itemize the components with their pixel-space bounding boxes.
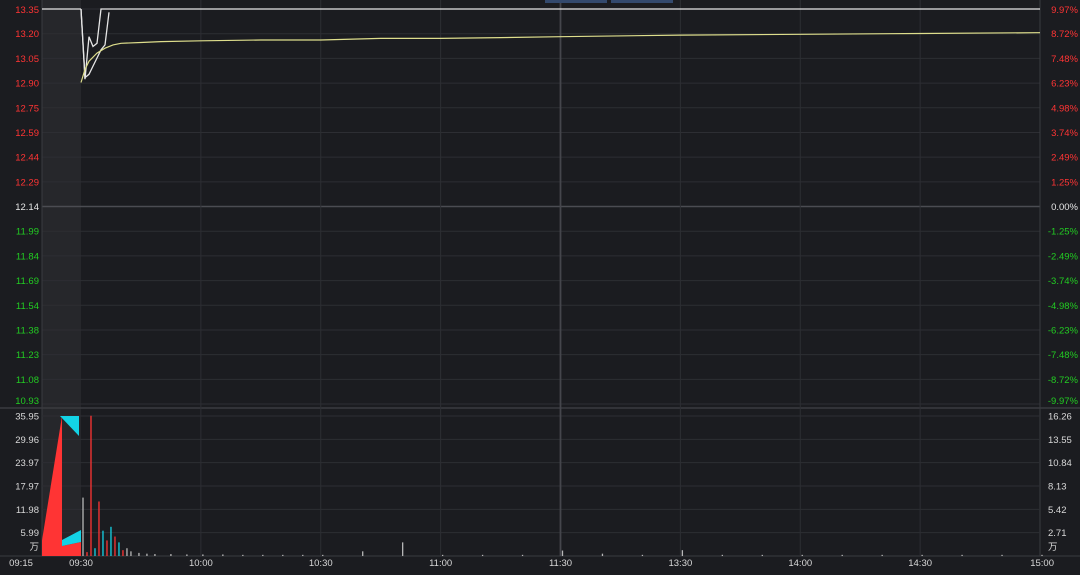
price-tick-label: 11.84	[16, 251, 39, 262]
price-tick-label: 11.54	[16, 301, 39, 312]
price-tick-label: 13.20	[15, 29, 39, 40]
time-tick-label: 13:30	[668, 558, 692, 569]
volume-right-tick-label: 5.42	[1048, 505, 1067, 516]
price-tick-label: 10.93	[15, 396, 39, 407]
price-tick-label: 12.90	[15, 79, 39, 90]
percent-tick-label: 8.72%	[1051, 29, 1078, 40]
volume-tick-label: 11.98	[16, 505, 39, 516]
percent-tick-label: -3.74%	[1048, 276, 1079, 287]
price-tick-label: 12.44	[15, 153, 39, 164]
time-tick-label: 14:30	[908, 558, 932, 569]
time-tick-label: 10:30	[309, 558, 333, 569]
percent-tick-label: -8.72%	[1048, 375, 1079, 386]
preopen-shade-price	[42, 0, 81, 410]
percent-tick-label: -6.23%	[1048, 325, 1079, 336]
time-sharing-chart-svg[interactable]: 13.35 13.20 13.05 12.90 12.75 12.59 12.44 12.29…	[0, 0, 1080, 570]
time-tick-label: 09:15	[9, 558, 33, 569]
price-tick-label: 12.75	[15, 103, 39, 114]
time-tick-label: 11:30	[549, 558, 572, 569]
percent-tick-label: 0.00%	[1051, 202, 1078, 213]
percent-tick-label: 1.25%	[1051, 177, 1078, 188]
percent-tick-label: 6.23%	[1051, 79, 1078, 90]
chart-background	[0, 0, 1080, 570]
time-tick-label: 09:30	[69, 558, 93, 569]
time-tick-label: 11:00	[429, 558, 452, 569]
time-tick-label: 15:00	[1030, 558, 1054, 569]
volume-right-tick-label: 16.26	[1048, 412, 1072, 423]
percent-tick-label: -2.49%	[1048, 251, 1079, 262]
percent-tick-label: 9.97%	[1051, 5, 1078, 16]
percent-tick-label: -9.97%	[1048, 396, 1079, 407]
percent-tick-label: 7.48%	[1051, 54, 1078, 65]
percent-tick-label: 2.49%	[1051, 153, 1078, 164]
percent-tick-label: 4.98%	[1051, 103, 1078, 114]
percent-tick-label: 3.74%	[1051, 128, 1078, 139]
percent-tick-label: -4.98%	[1048, 301, 1079, 312]
price-tick-label: 11.23	[16, 350, 39, 361]
percent-tick-label: -1.25%	[1048, 227, 1079, 238]
price-tick-label: 11.69	[16, 276, 39, 287]
percent-tick-label: -7.48%	[1048, 350, 1079, 361]
intraday-chart[interactable]: 13.35 13.20 13.05 12.90 12.75 12.59 12.44 12.29…	[0, 0, 1080, 570]
volume-right-tick-label: 2.71	[1048, 528, 1067, 539]
volume-unit-label: 万	[29, 542, 39, 553]
volume-tick-label: 5.99	[21, 528, 40, 539]
chart-tab-1[interactable]	[545, 0, 607, 3]
price-tick-label: 11.99	[16, 227, 39, 238]
price-tick-label: 13.05	[15, 54, 39, 65]
price-tick-label: 12.29	[15, 177, 39, 188]
volume-tick-label: 17.97	[15, 482, 39, 493]
volume-tick-label: 35.95	[15, 412, 39, 423]
price-tick-label: 11.38	[16, 325, 39, 336]
chart-tab-2[interactable]	[611, 0, 673, 3]
volume-right-tick-label: 8.13	[1048, 482, 1067, 493]
price-tick-label: 12.14	[15, 202, 39, 213]
time-tick-label: 14:00	[788, 558, 812, 569]
price-tick-label: 13.35	[15, 5, 39, 16]
time-tick-label: 10:00	[189, 558, 213, 569]
volume-tick-label: 29.96	[15, 435, 39, 446]
volume-right-tick-label: 10.84	[1048, 458, 1072, 469]
volume-tick-label: 23.97	[15, 458, 39, 469]
volume-right-tick-label: 13.55	[1048, 435, 1072, 446]
price-tick-label: 11.08	[16, 375, 39, 386]
price-tick-label: 12.59	[15, 128, 39, 139]
volume-right-unit-label: 万	[1048, 542, 1058, 553]
